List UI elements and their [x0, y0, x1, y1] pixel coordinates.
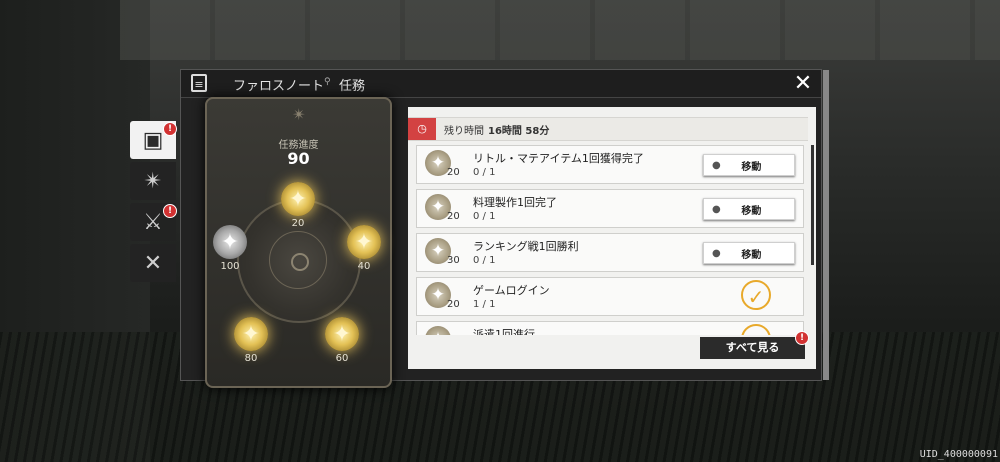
mission-row: ✦ 20 派遣1回進行 ✓ — [416, 321, 804, 335]
reward-points: 20 — [447, 167, 460, 178]
milestone-label: 40 — [357, 261, 371, 272]
compass-icon: ✴ — [143, 168, 163, 194]
mission-progress: 0 / 1 — [473, 255, 496, 266]
remaining-time-label: 残り時間 — [444, 126, 484, 137]
move-button[interactable]: ● 移動 — [703, 154, 795, 176]
milestone-80-icon[interactable]: ✦ — [234, 317, 268, 351]
close-icon: ✕ — [793, 71, 813, 96]
milestone-40-icon[interactable]: ✦ — [347, 225, 381, 259]
milestone-label: 20 — [291, 218, 305, 229]
mission-progress: 1 / 1 — [473, 299, 496, 310]
banner-icon: ▣ — [142, 127, 164, 153]
mission-row: ✦ 20 料理製作1回完了 0 / 1 ● 移動 — [416, 189, 804, 228]
see-all-button[interactable]: すべて見る ! — [700, 331, 809, 359]
notification-badge: ! — [163, 122, 177, 136]
move-button-label: 移動 — [741, 249, 762, 261]
milestone-60-icon[interactable]: ✦ — [325, 317, 359, 351]
mission-list-scrollbar[interactable] — [811, 145, 814, 265]
tab-compass[interactable]: ✴ — [130, 162, 176, 200]
mission-progress: 0 / 1 — [473, 211, 496, 222]
clock-icon: ◷ — [408, 118, 436, 140]
remaining-time-bar: ◷ 残り時間 16時間 58分 — [408, 117, 808, 141]
move-button[interactable]: ● 移動 — [703, 198, 795, 220]
mission-row: ✦ 20 リトル・マテアイテム1回獲得完了 0 / 1 ● 移動 — [416, 145, 804, 184]
mission-title: 料理製作1回完了 — [473, 196, 557, 209]
mission-row: ✦ 20 ゲームログイン 1 / 1 ✓ — [416, 277, 804, 316]
dial-center — [291, 253, 309, 271]
close-button[interactable]: ✕ — [791, 72, 815, 96]
move-button-label: 移動 — [741, 161, 762, 173]
milestone-label: 100 — [220, 261, 240, 272]
remaining-time-value: 16時間 58分 — [488, 126, 550, 137]
milestone-label: 80 — [244, 353, 258, 364]
sword-guard-icon: ⚔ — [143, 209, 163, 235]
reward-points: 20 — [447, 299, 460, 310]
progress-value: 90 — [287, 149, 310, 168]
milestone-100-icon[interactable]: ✦ — [213, 225, 247, 259]
mission-title: リトル・マテアイテム1回獲得完了 — [473, 152, 644, 165]
background-beam — [120, 0, 1000, 60]
mission-title: ランキング戦1回勝利 — [473, 240, 579, 253]
notification-badge: ! — [163, 204, 177, 218]
tab-crossed-swords[interactable]: ✕ — [130, 244, 176, 282]
checkmark-icon[interactable]: ✓ — [741, 280, 771, 310]
notification-badge: ! — [795, 331, 809, 345]
window-scrollbar[interactable] — [823, 70, 829, 380]
window-subtitle: 任務 — [339, 79, 366, 94]
checkmark-icon[interactable]: ✓ — [741, 324, 771, 335]
mission-row: ✦ 30 ランキング戦1回勝利 0 / 1 ● 移動 — [416, 233, 804, 272]
mission-title: ゲームログイン — [473, 284, 550, 297]
location-pin-icon: ● — [712, 247, 721, 259]
side-tabs: ▣ ! ✴ ⚔ ! ✕ — [130, 121, 180, 285]
compass-reward-icon: ✦ — [425, 326, 451, 335]
title-bar: ≡ ファロスノート ⚲ 任務 ✕ — [181, 70, 821, 98]
mission-progress-card: ✴ 任務進度 90 ✦ 20 ✦ 40 ✦ 60 ✦ 80 ✦ 100 — [205, 97, 392, 388]
book-icon: ≡ — [191, 74, 207, 92]
location-pin-icon: ● — [712, 159, 721, 171]
compass-emblem-icon: ✴ — [292, 105, 306, 124]
tab-sword-guard[interactable]: ⚔ ! — [130, 203, 177, 241]
crossed-swords-icon: ✕ — [143, 250, 163, 276]
move-button[interactable]: ● 移動 — [703, 242, 795, 264]
see-all-label: すべて見る — [725, 341, 780, 354]
location-pin-icon: ● — [712, 203, 721, 215]
mission-progress: 0 / 1 — [473, 167, 496, 178]
window-title: ファロスノート — [233, 79, 325, 94]
tab-banner[interactable]: ▣ ! — [130, 121, 177, 159]
reward-points: 20 — [447, 211, 460, 222]
mission-list-panel: ◷ 残り時間 16時間 58分 ✦ 20 リトル・マテアイテム1回獲得完了 0 … — [408, 107, 816, 369]
move-button-label: 移動 — [741, 205, 762, 217]
reward-points: 30 — [447, 255, 460, 266]
milestone-20-icon[interactable]: ✦ — [281, 182, 315, 216]
search-icon: ⚲ — [324, 77, 331, 87]
milestone-label: 60 — [335, 353, 349, 364]
user-id: UID_400000091 — [919, 449, 998, 460]
mission-title: 派遣1回進行 — [473, 328, 535, 335]
mission-list[interactable]: ✦ 20 リトル・マテアイテム1回獲得完了 0 / 1 ● 移動 ✦ 20 料理… — [416, 145, 804, 335]
